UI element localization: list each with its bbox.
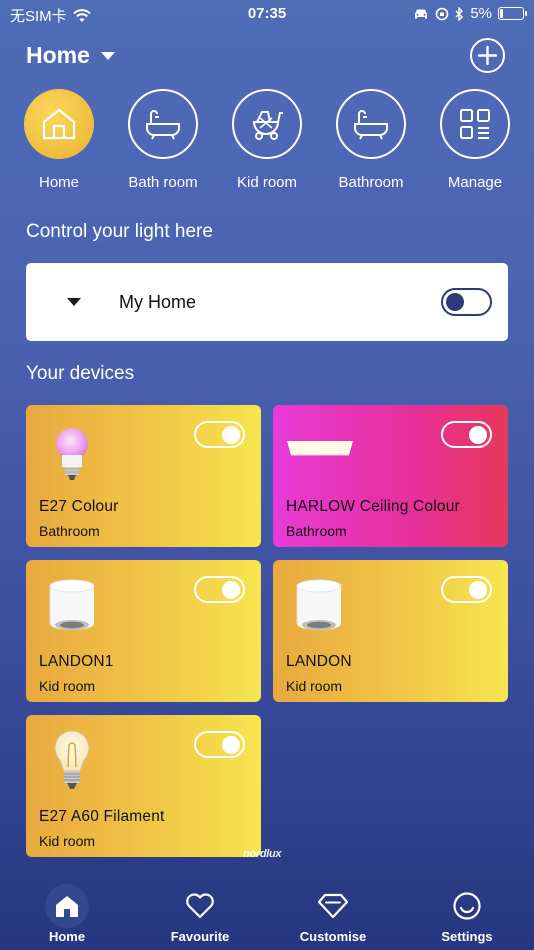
downlight-icon: [49, 579, 95, 630]
filament-bulb-icon: [54, 730, 90, 789]
home-power-toggle[interactable]: [441, 288, 492, 316]
diamond-icon: [317, 893, 349, 919]
caret-down-icon[interactable]: [66, 297, 82, 307]
room-label: Manage: [447, 174, 503, 191]
tab-label: Favourite: [170, 929, 230, 944]
room-kid-room[interactable]: Kid room: [222, 89, 312, 191]
battery-percent: 5%: [470, 5, 492, 22]
toggle-knob: [446, 293, 464, 311]
device-card-e27-colour[interactable]: E27 Colour Bathroom: [26, 405, 261, 547]
device-name: E27 Colour: [39, 498, 119, 515]
bathtub-icon: [146, 110, 180, 140]
smiley-icon: [453, 892, 481, 920]
tab-customise[interactable]: Customise: [283, 884, 383, 944]
toggle-knob: [222, 580, 240, 599]
ceiling-panel-icon: [287, 441, 353, 456]
device-toggle[interactable]: [194, 421, 245, 448]
room-label: Bathroom: [338, 174, 404, 191]
device-toggle[interactable]: [441, 576, 492, 603]
devices-section-title: Your devices: [26, 363, 135, 384]
room-label: Home: [38, 174, 79, 191]
caret-down-icon: [100, 51, 115, 60]
room-selector: Home Bath room Kid room Bathroom Manage: [0, 89, 534, 199]
device-toggle[interactable]: [441, 421, 492, 448]
toggle-knob: [222, 425, 240, 444]
toggle-knob: [222, 735, 240, 754]
device-room: Kid room: [286, 678, 343, 694]
grid-icon: [460, 109, 490, 139]
device-name: LANDON: [286, 653, 352, 670]
device-name: E27 A60 Filament: [39, 808, 165, 825]
device-card-landon1[interactable]: LANDON1 Kid room: [26, 560, 261, 702]
house-icon: [42, 108, 76, 140]
color-bulb-icon: [56, 428, 88, 480]
home-name: My Home: [119, 292, 197, 312]
home-icon: [56, 896, 78, 917]
tab-label: Settings: [441, 929, 493, 944]
car-icon: [415, 9, 428, 18]
stroller-icon: [252, 111, 283, 140]
heart-icon: [186, 893, 214, 919]
tab-label: Customise: [299, 929, 367, 944]
room-manage[interactable]: Manage: [430, 89, 520, 191]
toggle-knob: [469, 580, 487, 599]
header: Home: [26, 38, 508, 74]
device-toggle[interactable]: [194, 576, 245, 603]
tab-label: Home: [48, 929, 86, 944]
brand-logo: nordlux: [243, 848, 282, 860]
device-card-e27-a60-filament[interactable]: E27 A60 Filament Kid room: [26, 715, 261, 857]
room-bathroom[interactable]: Bathroom: [326, 89, 416, 191]
home-selector-card[interactable]: My Home: [26, 263, 508, 341]
page-title: Home: [26, 42, 90, 68]
tab-favourite[interactable]: Favourite: [150, 884, 250, 944]
device-room: Kid room: [39, 833, 96, 849]
tab-home[interactable]: Home: [17, 884, 117, 944]
device-toggle[interactable]: [194, 731, 245, 758]
device-card-landon[interactable]: LANDON Kid room: [273, 560, 508, 702]
bluetooth-icon: [455, 6, 464, 21]
battery-icon: [498, 7, 527, 20]
bathtub-icon: [354, 110, 388, 140]
device-name: LANDON1: [39, 653, 114, 670]
room-label: Bath room: [128, 174, 198, 191]
room-home[interactable]: Home: [14, 89, 104, 191]
device-room: Bathroom: [286, 523, 347, 539]
device-name: HARLOW Ceiling Colour: [286, 498, 460, 515]
room-label: Kid room: [236, 174, 298, 191]
plus-icon: [477, 45, 498, 66]
room-bath-room[interactable]: Bath room: [118, 89, 208, 191]
tab-settings[interactable]: Settings: [417, 884, 517, 944]
tab-bar: Home Favourite Customise Settings: [0, 884, 534, 950]
device-room: Bathroom: [39, 523, 100, 539]
downlight-icon: [296, 579, 342, 630]
status-bar: 无SIM卡 07:35 5%: [0, 0, 534, 28]
add-button[interactable]: [470, 38, 505, 73]
home-switcher[interactable]: Home: [26, 42, 116, 69]
orientation-lock-icon: [436, 7, 449, 20]
device-card-harlow-ceiling-colour[interactable]: HARLOW Ceiling Colour Bathroom: [273, 405, 508, 547]
control-section-title: Control your light here: [26, 221, 213, 242]
device-room: Kid room: [39, 678, 96, 694]
toggle-knob: [469, 425, 487, 444]
